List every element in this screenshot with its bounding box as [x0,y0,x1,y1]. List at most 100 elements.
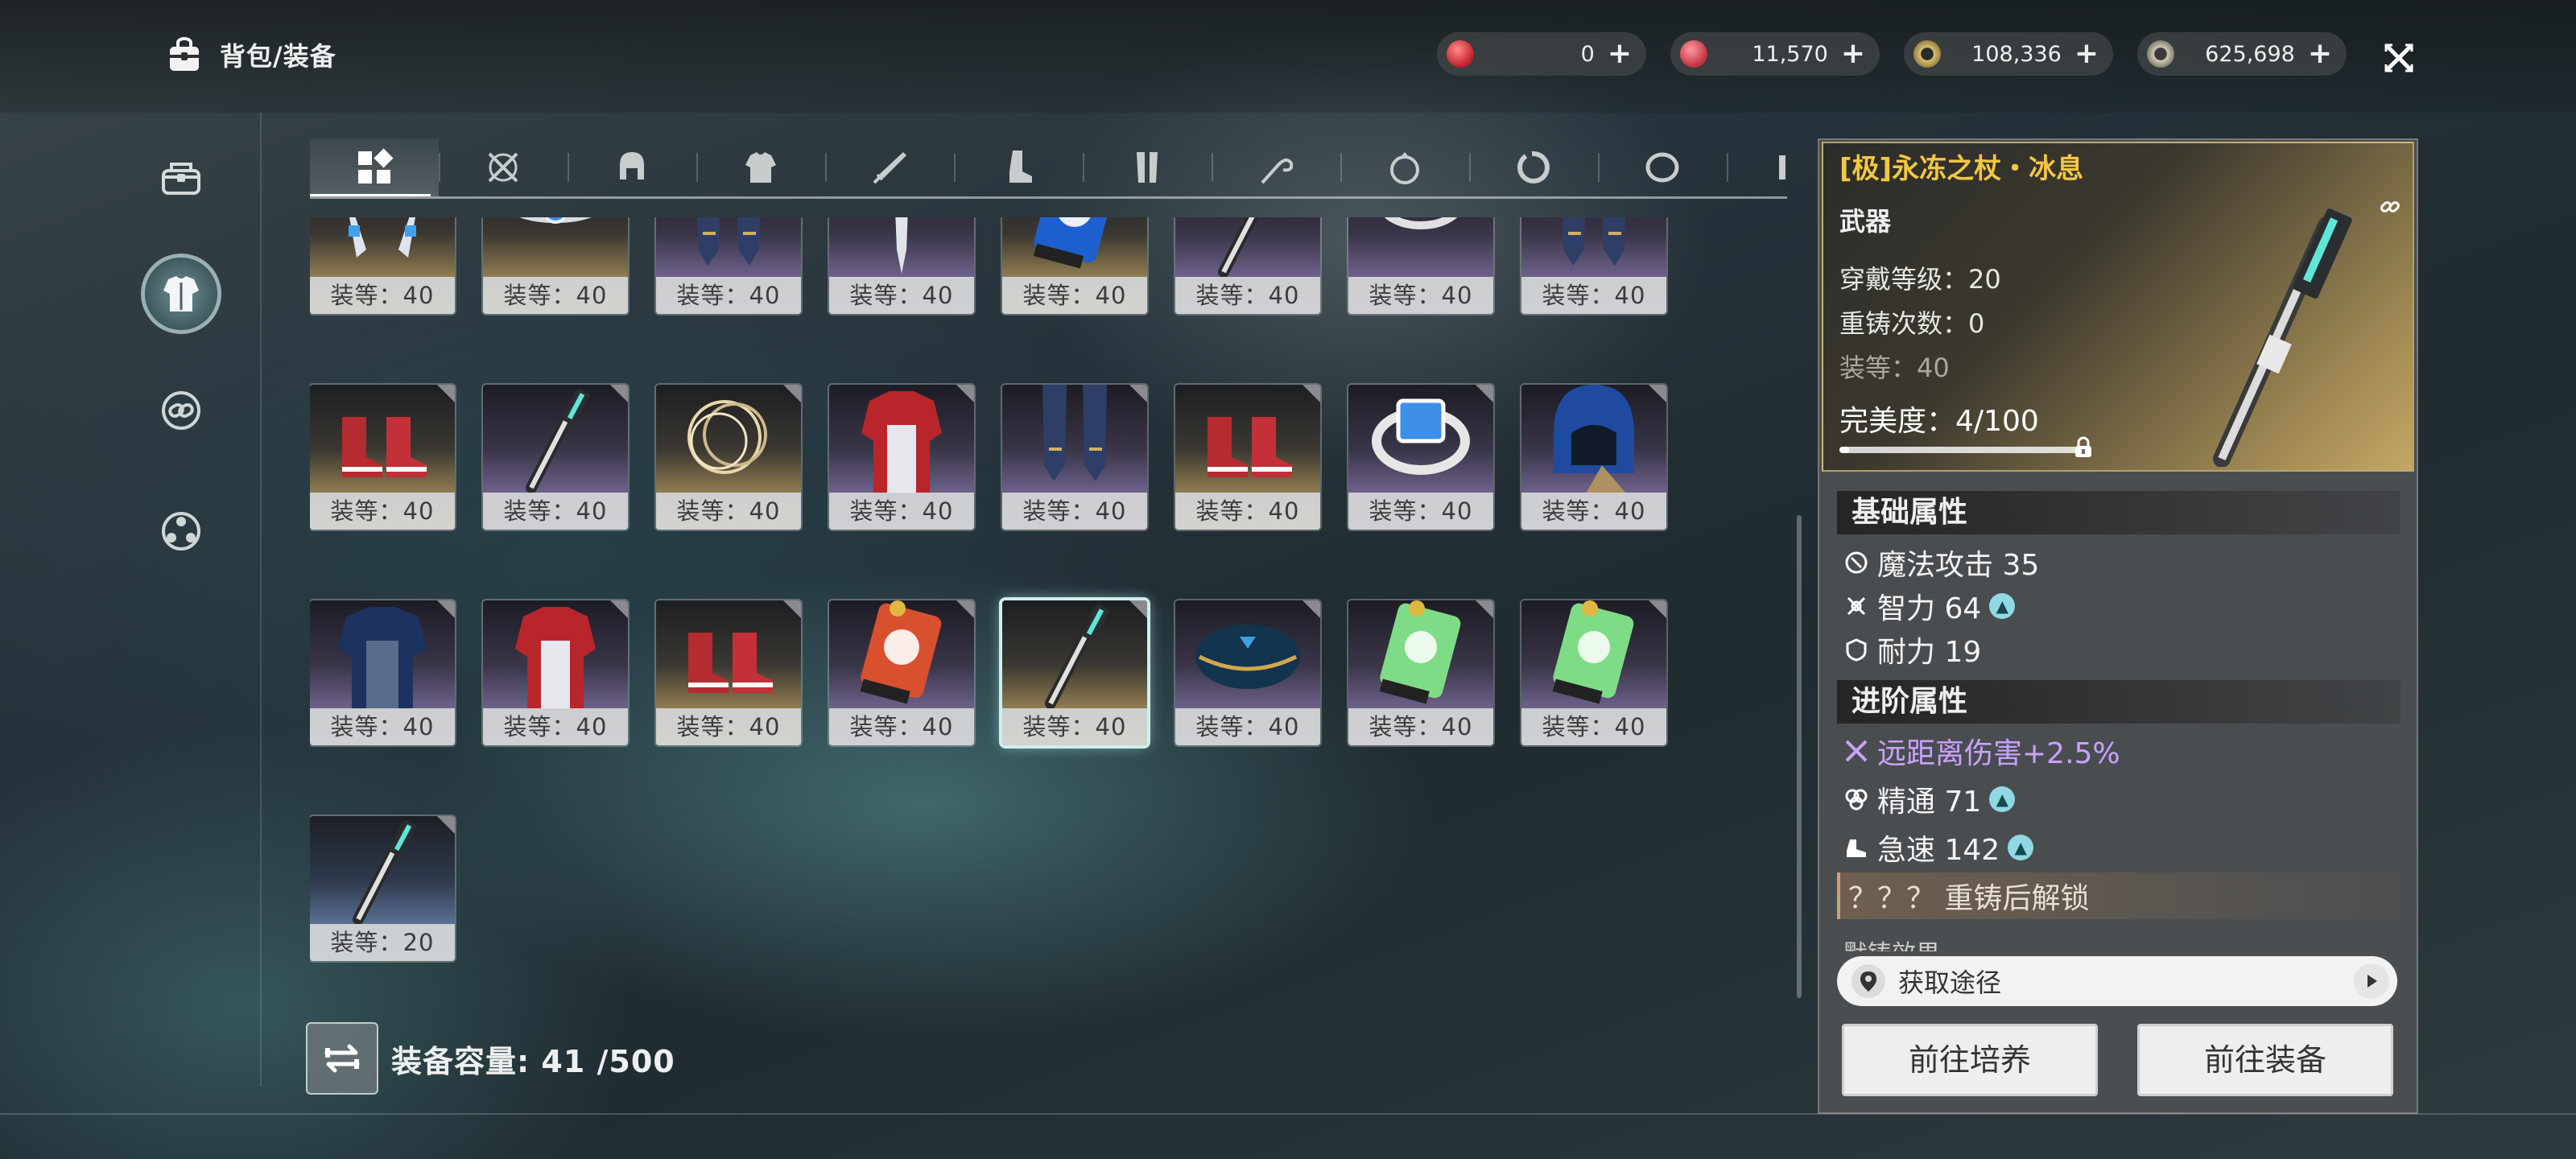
item-level-label: 装等：40 [656,708,801,745]
tab-legs[interactable] [1083,138,1212,196]
boost-icon: ▲ [1989,593,2016,619]
team-icon [162,512,200,551]
boots-red-icon [688,633,773,693]
grid-scrollbar[interactable] [1797,515,1802,998]
currency-value: 11,570 [1752,41,1828,67]
item-slot[interactable]: 装等：40 [1175,385,1320,530]
sidebar-item-backpack[interactable] [145,141,217,213]
tab-armor[interactable] [696,138,825,196]
item-slot[interactable]: 装等：40 [656,385,801,530]
item-slot[interactable]: 装等：40 [1175,600,1320,745]
item-slot[interactable]: 装等：40 [483,385,628,530]
staff-icon [1218,217,1259,278]
perfection-bar [1839,447,2089,453]
attr-ranged-damage: 远距离伤害+2.5% [1843,728,2120,774]
corner-marker [1129,385,1147,402]
item-level-label: 装等：20 [310,924,455,961]
item-level-label: 装等：40 [656,277,801,314]
item-slot[interactable]: 装等：40 [1348,217,1493,314]
item-slot[interactable]: 装等：40 [829,600,974,745]
helmet-icon [620,152,644,179]
attr-haste: 急速 142 ▲ [1843,824,2034,871]
item-slot[interactable]: 装等：40 [829,217,974,314]
currency-ruby[interactable]: 0 + [1437,32,1646,76]
golden-rings-icon [687,400,767,474]
item-slot[interactable]: 装等：40 [829,385,974,530]
item-slot[interactable]: 装等：20 [310,816,455,961]
tab-whip[interactable] [1212,138,1340,196]
plus-icon[interactable]: + [2308,39,2332,68]
magic-attack-icon [1845,551,1868,574]
item-slot[interactable]: 装等：40 [656,600,801,745]
equip-button[interactable]: 前往装备 [2137,1024,2393,1096]
boot-icon [1009,151,1032,183]
plus-icon[interactable]: + [1608,39,1632,68]
page-title: 背包/装备 [220,41,336,72]
attr-text: 魔法攻击 35 [1877,549,2040,582]
tab-all[interactable] [310,138,439,196]
boost-icon: ▲ [1989,786,2016,812]
tab-weapon[interactable] [439,138,568,196]
twin-blades-icon [349,217,416,258]
currency-value: 108,336 [1971,41,2062,67]
sidebar-item-material[interactable] [145,374,217,447]
tab-boots[interactable] [954,138,1083,196]
sidebar-item-social[interactable] [145,495,217,567]
blue-armor-icon [338,607,427,709]
ruby-icon [1447,40,1474,68]
corner-marker [1649,600,1666,618]
arrow-right-icon [2354,963,2389,999]
attr-text: 精通 71 [1877,786,1982,819]
item-slot[interactable]: 装等：40 [1348,600,1493,745]
tab-sword[interactable] [825,138,954,196]
item-level-label: 装等：40 [656,493,801,530]
corner-marker [610,600,628,618]
tab-helmet[interactable] [568,138,696,196]
item-level-label: 装等：40 [1002,708,1147,745]
acquire-source-button[interactable]: 获取途径 [1837,956,2397,1006]
cultivate-button[interactable]: 前往培养 [1842,1024,2098,1096]
item-slot[interactable]: 装等：40 [1348,385,1493,530]
category-tabs [310,138,1787,199]
scroll-green-icon [1552,600,1634,704]
item-slot[interactable]: 装等：40 [1521,217,1666,314]
tab-ring[interactable] [1598,138,1727,196]
wear-level: 穿戴等级：20 [1839,264,2001,295]
item-slot[interactable]: 装等：40 [1002,600,1147,745]
plus-icon[interactable]: + [2074,39,2099,68]
currency-gold-coin[interactable]: 108,336 + [1904,32,2113,76]
item-level-label: 装等：40 [1175,708,1320,745]
item-slot[interactable]: 装等：40 [1521,600,1666,745]
item-slot[interactable]: 装等：40 [310,385,455,530]
item-level-label: 装等：40 [1002,493,1147,530]
item-level-label: 装等：40 [1521,493,1666,530]
tab-bracelet[interactable] [1469,138,1598,196]
item-grid[interactable]: 装等：40 装等：40 装等：40 装等：40 装等：40 装等：40 装等：40 装等：40… [310,217,1678,998]
tab-ring-gem[interactable] [1340,138,1469,196]
chest-icon [162,163,200,195]
item-slot[interactable]: 装等：40 [310,217,455,314]
staff-icon [353,819,418,925]
item-slot[interactable]: 装等：40 [1002,217,1147,314]
item-slot[interactable]: 装等：40 [483,600,628,745]
item-slot[interactable]: 装等：40 [1002,385,1147,530]
item-slot[interactable]: 装等：40 [310,600,455,745]
close-icon[interactable] [2375,34,2423,82]
location-pin-icon [1852,964,1885,998]
perfection-label: 完美度：4/100 [1839,405,2039,438]
currency-silver-coin[interactable]: 625,698 + [2137,32,2347,76]
link-circle-icon [162,391,200,430]
item-slot[interactable]: 装等：40 [1521,385,1666,530]
currency-red-gem[interactable]: 11,570 + [1670,32,1880,76]
swap-button[interactable] [306,1022,378,1095]
ring-icon [1645,152,1679,183]
tab-more[interactable] [1727,138,1787,196]
base-attributes-title: 基础属性 [1837,491,2401,534]
item-slot[interactable]: 装等：40 [483,217,628,314]
sidebar-item-equipment[interactable] [145,258,217,330]
attr-text: 智力 64 [1877,592,1982,625]
item-slot[interactable]: 装等：40 [1175,217,1320,314]
attr-magic-attack: 魔法攻击 35 [1843,539,2039,586]
plus-icon[interactable]: + [1841,39,1865,68]
item-slot[interactable]: 装等：40 [656,217,801,314]
